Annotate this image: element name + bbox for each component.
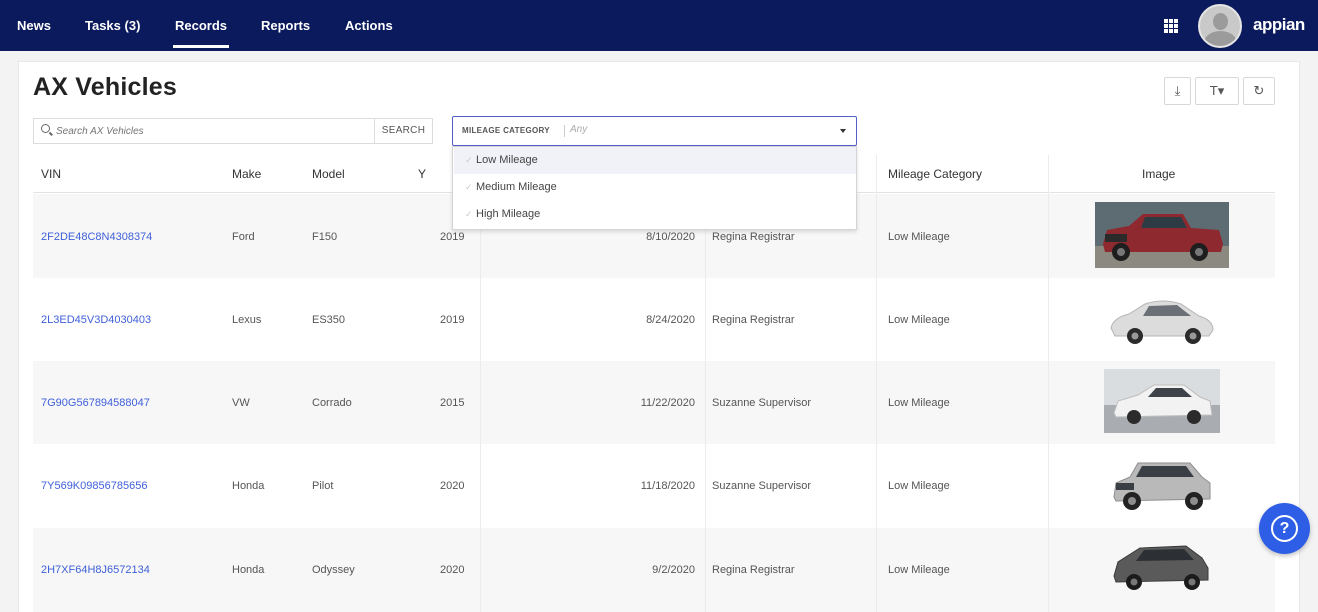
vin-link[interactable]: 7G90G567894588047 [41,396,150,410]
column-header-vin[interactable]: VIN [41,155,61,193]
mileage-cell: Low Mileage [888,564,950,576]
vin-link[interactable]: 7Y569K09856785656 [41,479,147,493]
vehicle-image [1113,545,1209,590]
export-button[interactable]: ⤓ [1164,77,1191,105]
date-cell: 8/24/2020 [646,314,695,326]
year-cell: 2019 [440,231,465,243]
column-divider [1048,155,1049,612]
year-cell: 2020 [440,564,465,576]
search-icon [41,124,50,133]
user-cell: Suzanne Supervisor [712,480,812,492]
year-cell: 2019 [440,314,465,326]
user-cell: Regina Registrar [712,231,795,243]
column-header-year[interactable]: Y [418,155,426,193]
model-cell: ES350 [312,314,346,326]
vehicle-image [1104,369,1220,433]
check-icon: ✓ [465,182,473,192]
mileage-cell: Low Mileage [888,397,950,409]
check-icon: ✓ [465,209,473,219]
vehicle-image [1095,202,1229,268]
filter-icon: T▾ [1209,83,1225,98]
column-header-model[interactable]: Model [312,155,345,193]
year-cell: 2020 [440,480,465,492]
vin-link[interactable]: 2F2DE48C8N4308374 [41,230,152,244]
mileage-category-options: ✓ Low Mileage ✓ Medium Mileage ✓ High Milea… [452,146,857,230]
download-icon: ⤓ [1174,83,1181,98]
mileage-cell: Low Mileage [888,231,950,243]
refresh-button[interactable]: ↻ [1243,77,1275,105]
date-cell: 9/2/2020 [652,564,695,576]
vehicle-image [1113,462,1211,510]
date-cell: 11/18/2020 [640,480,695,492]
search-field[interactable] [33,118,374,144]
mileage-category-dropdown[interactable]: MILEAGE CATEGORY Any [452,116,857,146]
dropdown-label: MILEAGE CATEGORY [462,126,550,135]
search-button[interactable]: SEARCH [374,118,433,144]
chevron-down-icon [840,129,846,133]
model-cell: Corrado [312,397,352,409]
mileage-cell: Low Mileage [888,480,950,492]
vehicle-image [1110,300,1214,344]
search-input[interactable] [56,122,356,140]
column-header-image: Image [1142,167,1176,181]
filter-toggle-button[interactable]: T▾ [1195,77,1239,105]
make-cell: Honda [232,564,265,576]
dropdown-value: Any [570,124,588,135]
option-high-mileage[interactable]: ✓ High Mileage [454,201,856,228]
year-cell: 2015 [440,397,465,409]
tab-records[interactable]: Records [172,0,230,51]
tab-tasks[interactable]: Tasks (3) [85,0,140,51]
mileage-cell: Low Mileage [888,314,950,326]
make-cell: Lexus [232,314,262,326]
appian-logo: appian [1253,15,1305,34]
user-cell: Regina Registrar [712,314,795,326]
app-grid-icon[interactable] [1164,19,1178,33]
user-cell: Regina Registrar [712,564,795,576]
model-cell: F150 [312,231,338,243]
date-cell: 8/10/2020 [646,231,695,243]
user-cell: Suzanne Supervisor [712,397,812,409]
question-icon: ? [1271,515,1298,542]
make-cell: Honda [232,480,265,492]
model-cell: Odyssey [312,564,355,576]
tab-actions[interactable]: Actions [345,0,393,51]
make-cell: Ford [232,231,255,243]
user-avatar[interactable] [1198,4,1242,48]
tab-reports[interactable]: Reports [261,0,310,51]
page-title: AX Vehicles [33,73,177,101]
column-header-mileage-category[interactable]: Mileage Category [888,155,982,193]
model-cell: Pilot [312,480,334,492]
make-cell: VW [232,397,250,409]
column-header-make[interactable]: Make [232,155,261,193]
option-medium-mileage[interactable]: ✓ Medium Mileage [454,174,856,201]
check-icon: ✓ [465,155,473,165]
dropdown-divider [564,125,565,137]
top-nav-bar: News Tasks (3) Records Reports Actions a… [0,0,1318,51]
refresh-icon: ↻ [1253,83,1265,98]
option-low-mileage[interactable]: ✓ Low Mileage [454,147,856,174]
help-button[interactable]: ? [1259,503,1310,554]
column-divider [876,155,877,612]
tab-news[interactable]: News [17,0,51,51]
vin-link[interactable]: 2H7XF64H8J6572134 [41,563,150,577]
date-cell: 11/22/2020 [640,397,695,409]
vin-link[interactable]: 2L3ED45V3D4030403 [41,313,151,327]
